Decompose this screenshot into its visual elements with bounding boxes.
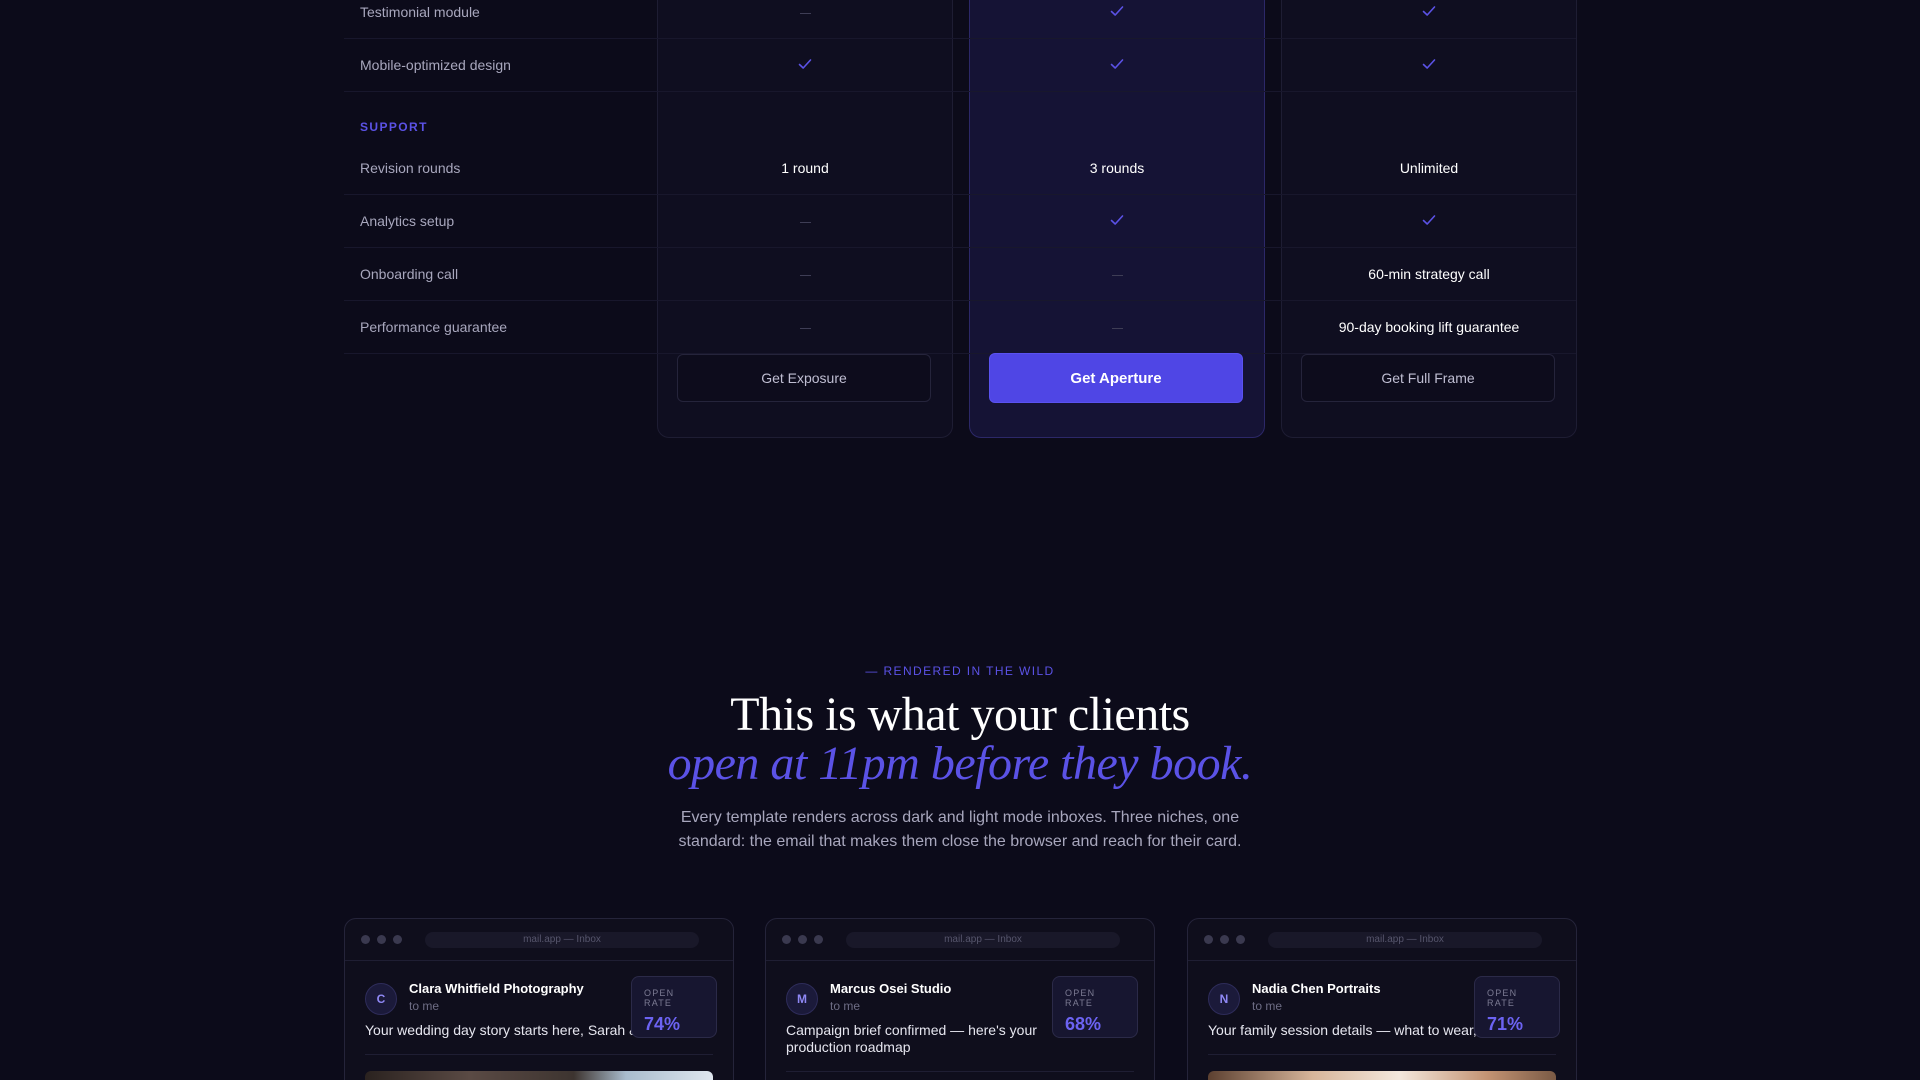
divider (365, 1054, 713, 1055)
dash-icon (799, 274, 811, 276)
cta-row: Get Exposure Get Aperture Get Full Frame (344, 353, 1576, 406)
section-eyebrow: — RENDERED IN THE WILD (865, 664, 1055, 678)
section-headline: This is what your clients (730, 688, 1190, 741)
section-subcopy: Every template renders across dark and l… (678, 809, 1242, 850)
cell-aperture (969, 319, 1265, 335)
checkmark-icon (1110, 214, 1124, 225)
email-subject: Campaign brief confirmed — here's your p… (786, 1022, 1037, 1055)
checkmark-icon (1422, 58, 1436, 69)
cell-full-frame (1281, 3, 1577, 22)
checkmark-icon (1110, 58, 1124, 69)
window-dot-icon (361, 935, 370, 944)
checkmark-icon (1110, 5, 1124, 16)
section-heading-row: SUPPORT (344, 92, 1576, 142)
inbox-preview-card: mail.app — Inbox M Marcus Osei Studio to… (765, 918, 1155, 1080)
checkmark-icon (1422, 5, 1436, 16)
feature-label: Mobile-optimized design (360, 57, 511, 73)
url-bar: mail.app — Inbox (425, 931, 699, 948)
section-headline-accent: open at 11pm before they book. (667, 737, 1253, 790)
feature-label: Analytics setup (360, 213, 455, 229)
cell-exposure (657, 56, 953, 75)
avatar: C (365, 983, 397, 1015)
window-dot-icon (782, 935, 791, 944)
cell-aperture (969, 212, 1265, 231)
url-bar: mail.app — Inbox (1268, 931, 1542, 948)
cell-aperture (969, 3, 1265, 22)
feature-row: Revision rounds 1 round 3 rounds Unlimited (344, 142, 1576, 195)
cell-aperture: 3 rounds (1089, 160, 1145, 176)
avatar: M (786, 983, 818, 1015)
dash-icon (799, 327, 811, 329)
cell-full-frame: 60-min strategy call (1368, 266, 1490, 282)
divider (1208, 1054, 1556, 1055)
open-rate-badge: OPEN RATE 68% (1052, 976, 1138, 1038)
open-rate-value: 71% (1487, 1014, 1524, 1034)
window-dot-icon (1204, 935, 1213, 944)
window-dot-icon (798, 935, 807, 944)
cell-exposure (657, 4, 953, 20)
get-exposure-button[interactable]: Get Exposure (677, 354, 931, 402)
avatar: N (1208, 983, 1240, 1015)
window-dot-icon (377, 935, 386, 944)
window-dot-icon (393, 935, 402, 944)
divider (786, 1071, 1134, 1072)
get-aperture-button[interactable]: Get Aperture (989, 353, 1243, 403)
inbox-preview-card: mail.app — Inbox N Nadia Chen Portraits … (1187, 918, 1577, 1080)
open-rate-label: OPEN RATE (644, 988, 675, 1008)
open-rate-value: 68% (1065, 1014, 1102, 1034)
cell-full-frame: 90-day booking lift guarantee (1338, 319, 1520, 335)
window-dot-icon (1220, 935, 1229, 944)
checkmark-icon (1422, 214, 1436, 225)
dash-icon (1111, 327, 1123, 329)
checkmark-icon (798, 58, 812, 69)
open-rate-value: 74% (644, 1014, 681, 1034)
email-hero-image (1208, 1071, 1556, 1080)
feature-row: Mobile-optimized design (344, 39, 1576, 92)
cell-aperture (969, 56, 1265, 75)
window-chrome: mail.app — Inbox (345, 919, 733, 961)
feature-label: Performance guarantee (360, 319, 508, 335)
window-dot-icon (814, 935, 823, 944)
dash-icon (799, 221, 811, 223)
open-rate-label: OPEN RATE (1065, 988, 1096, 1008)
cell-exposure (657, 319, 953, 335)
feature-row: Testimonial module (344, 0, 1576, 39)
url-bar: mail.app — Inbox (846, 931, 1120, 948)
page: Testimonial module Mobile-optimized desig… (0, 0, 1920, 1080)
feature-label: Testimonial module (360, 4, 480, 20)
section-label: SUPPORT (360, 120, 428, 134)
dash-icon (799, 12, 811, 14)
feature-label: Revision rounds (360, 160, 461, 176)
inbox-preview-card: mail.app — Inbox C Clara Whitfield Photo… (344, 918, 734, 1080)
feature-row: Analytics setup (344, 195, 1576, 248)
feature-row: Performance guarantee 90-day booking lift… (344, 301, 1576, 354)
dash-icon (1111, 274, 1123, 276)
open-rate-badge: OPEN RATE 74% (631, 976, 717, 1038)
email-hero-image (365, 1071, 713, 1080)
cell-exposure (657, 266, 953, 282)
cell-full-frame: Unlimited (1399, 160, 1459, 176)
comparison-rows: Testimonial module Mobile-optimized desig… (344, 0, 1576, 354)
window-chrome: mail.app — Inbox (1188, 919, 1576, 961)
window-chrome: mail.app — Inbox (766, 919, 1154, 961)
cell-full-frame (1281, 56, 1577, 75)
get-full-frame-button[interactable]: Get Full Frame (1301, 354, 1555, 402)
cell-exposure (657, 213, 953, 229)
cell-aperture (969, 266, 1265, 282)
window-dot-icon (1236, 935, 1245, 944)
open-rate-badge: OPEN RATE 71% (1474, 976, 1560, 1038)
cell-full-frame (1281, 212, 1577, 231)
feature-row: Onboarding call 60-min strategy call (344, 248, 1576, 301)
feature-label: Onboarding call (360, 266, 459, 282)
open-rate-label: OPEN RATE (1487, 988, 1518, 1008)
cell-exposure: 1 round (781, 160, 829, 176)
